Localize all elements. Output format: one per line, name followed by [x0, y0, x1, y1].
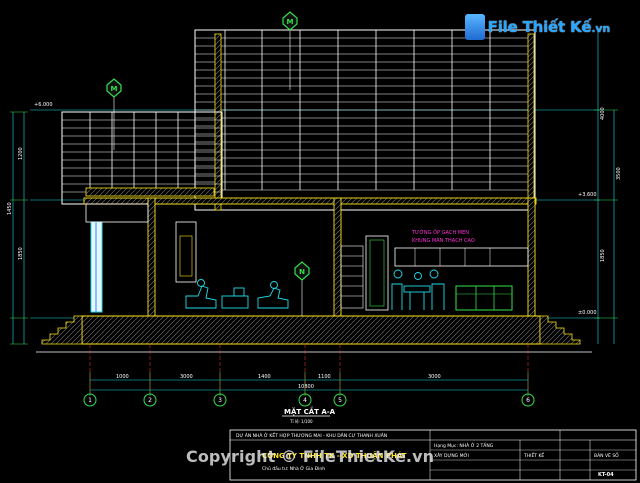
callouts: M M N	[106, 11, 310, 316]
title-block-row-1: Hạng Mục: NHÀ Ở 2 TẦNG	[434, 441, 494, 449]
section-title: MẶT CẮT A-A Tỉ lệ: 1/100	[282, 406, 336, 424]
total-dim: 10800	[298, 384, 314, 390]
left-dim-1: 1200	[18, 147, 24, 160]
level-tag-roof: +6.000	[34, 102, 53, 108]
section-scale: Tỉ lệ: 1/100	[289, 419, 313, 424]
grid-marker-1: 1	[88, 397, 92, 404]
callout-m-top: M	[287, 18, 294, 26]
material-note-line-1: TƯỜNG ỐP GẠCH MEN	[411, 228, 469, 236]
bottom-dim-1: 1000	[116, 374, 129, 380]
upper-roof	[194, 29, 536, 211]
right-dim-3: 3500	[616, 167, 622, 180]
callout-n: N	[299, 268, 305, 276]
title-block-row-2: XÂY DỰNG MỚI	[434, 452, 469, 459]
cad-drawing: TƯỜNG ỐP GẠCH MEN KHUNG MÀN THẠCH CAO 12…	[7, 11, 637, 481]
ground-floor	[85, 197, 536, 317]
left-dim-3: 1450	[7, 202, 13, 215]
bottom-dim-4: 3000	[428, 374, 441, 380]
grid-marker-5: 5	[338, 397, 342, 404]
left-dim-2: 1850	[18, 247, 24, 260]
right-dimension-chain	[594, 30, 618, 344]
bottom-dim-3: 1400	[258, 374, 271, 380]
title-block-top: DỰ ÁN NHÀ Ở KẾT HỢP THƯƠNG MẠI - KHU DÂN…	[236, 431, 387, 439]
brand-logo-icon	[464, 14, 485, 40]
furniture	[185, 269, 445, 310]
brand-logo-domain: .vn	[591, 22, 610, 35]
copyright-watermark: Copyright © FileThietKe.vn	[186, 447, 435, 466]
grid-markers: 1 2 3 4 5 6	[83, 344, 535, 407]
bottom-dim-2: 3000	[180, 374, 193, 380]
brand-logo-text: File Thiết Kế.vn	[487, 18, 611, 36]
brand-logo-name: File Thiết Kế	[487, 18, 592, 36]
level-tag-floor: +3.600	[578, 192, 597, 198]
left-dimension-chain	[10, 111, 28, 345]
callout-m-left: M	[111, 85, 118, 93]
right-dim-1: 4000	[600, 107, 606, 120]
grid-marker-3: 3	[218, 397, 222, 404]
material-note-line-2: KHUNG MÀN THẠCH CAO	[412, 237, 475, 244]
title-block-row-4: BẢN VẼ SỐ	[594, 451, 619, 459]
section-title-text: MẶT CẮT A-A	[284, 406, 336, 416]
foundation	[36, 315, 592, 353]
title-block-row-5: KT-04	[598, 472, 614, 478]
grid-marker-2: 2	[148, 397, 152, 404]
material-note: TƯỜNG ỐP GẠCH MEN KHUNG MÀN THẠCH CAO	[411, 228, 475, 244]
brand-logo: File Thiết Kế.vn	[464, 14, 611, 40]
grid-marker-4: 4	[303, 397, 307, 404]
right-dim-2: 1850	[600, 249, 606, 262]
level-tag-ground: ±0.000	[578, 310, 597, 316]
bottom-dim-5: 1100	[318, 374, 331, 380]
title-block-row-3: THIẾT KẾ	[523, 451, 544, 459]
grid-marker-6: 6	[526, 397, 530, 404]
